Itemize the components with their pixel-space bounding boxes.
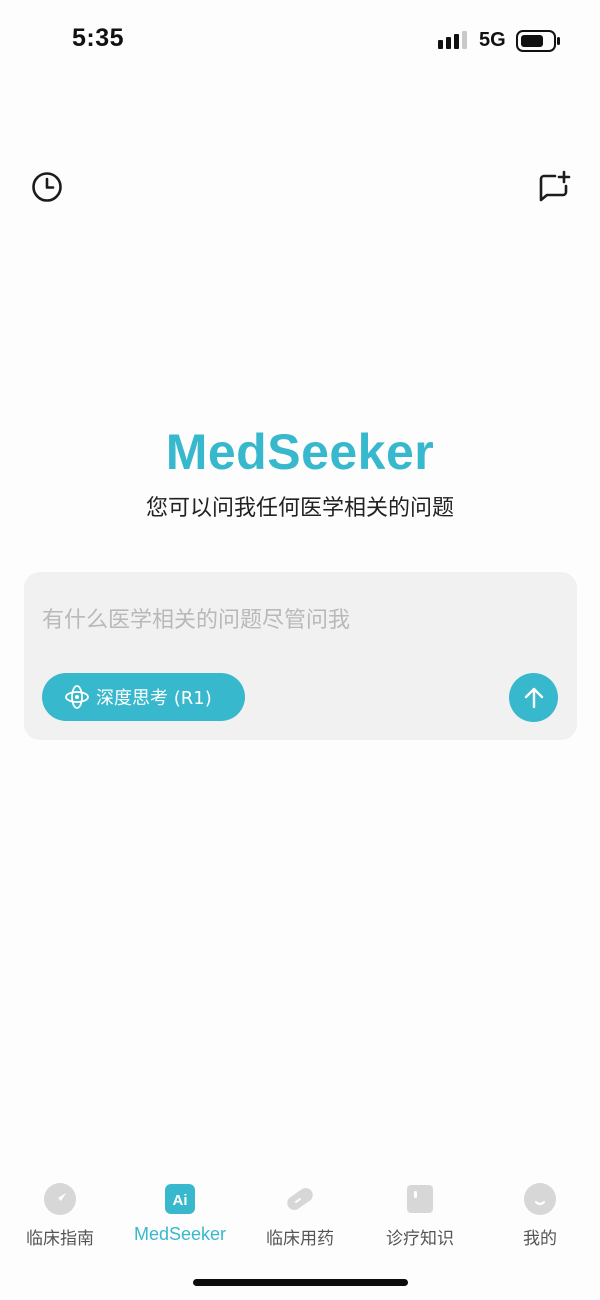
pill-icon — [287, 1187, 313, 1211]
new-chat-icon — [539, 170, 571, 202]
tab-label: 我的 — [523, 1229, 557, 1249]
tab-profile[interactable]: 我的 — [480, 1182, 600, 1252]
tab-medseeker[interactable]: Ai MedSeeker — [120, 1182, 240, 1252]
tab-label: MedSeeker — [133, 1224, 227, 1244]
deep-think-toggle[interactable]: 深度思考 (R1) — [42, 673, 245, 721]
tab-bar: 临床指南 Ai MedSeeker 临床用药 诊疗知识 我的 — [0, 1170, 600, 1260]
tab-label: 临床用药 — [266, 1229, 334, 1249]
ai-icon: Ai — [165, 1184, 195, 1214]
send-button[interactable] — [509, 673, 558, 722]
brand-title: MedSeeker — [165, 424, 435, 480]
tab-label: 临床指南 — [26, 1229, 94, 1249]
home-indicator — [193, 1279, 408, 1286]
book-icon — [407, 1185, 433, 1213]
battery-icon — [516, 30, 560, 52]
tab-diagnosis-knowledge[interactable]: 诊疗知识 — [360, 1182, 480, 1252]
history-clock-icon — [32, 172, 62, 202]
tab-clinical-medication[interactable]: 临床用药 — [240, 1182, 360, 1252]
status-time: 5:35 — [72, 24, 125, 52]
tab-label: 诊疗知识 — [386, 1229, 454, 1249]
page-subtitle: 您可以问我任何医学相关的问题 — [145, 496, 454, 521]
compass-icon — [44, 1183, 76, 1215]
question-input[interactable] — [42, 602, 542, 638]
new-chat-button[interactable] — [534, 167, 574, 207]
atom-icon — [65, 685, 89, 709]
status-bar: 5:35 5G — [0, 0, 600, 80]
tab-clinical-guidelines[interactable]: 临床指南 — [0, 1182, 120, 1252]
history-button[interactable] — [27, 167, 67, 207]
arrow-up-icon — [524, 687, 543, 708]
signal-icon — [438, 31, 467, 49]
svg-text:Ai: Ai — [173, 1192, 188, 1209]
profile-icon — [524, 1183, 556, 1215]
network-label: 5G — [479, 29, 506, 51]
question-composer: 深度思考 (R1) — [24, 572, 577, 740]
deep-think-label: 深度思考 (R1) — [96, 688, 212, 709]
